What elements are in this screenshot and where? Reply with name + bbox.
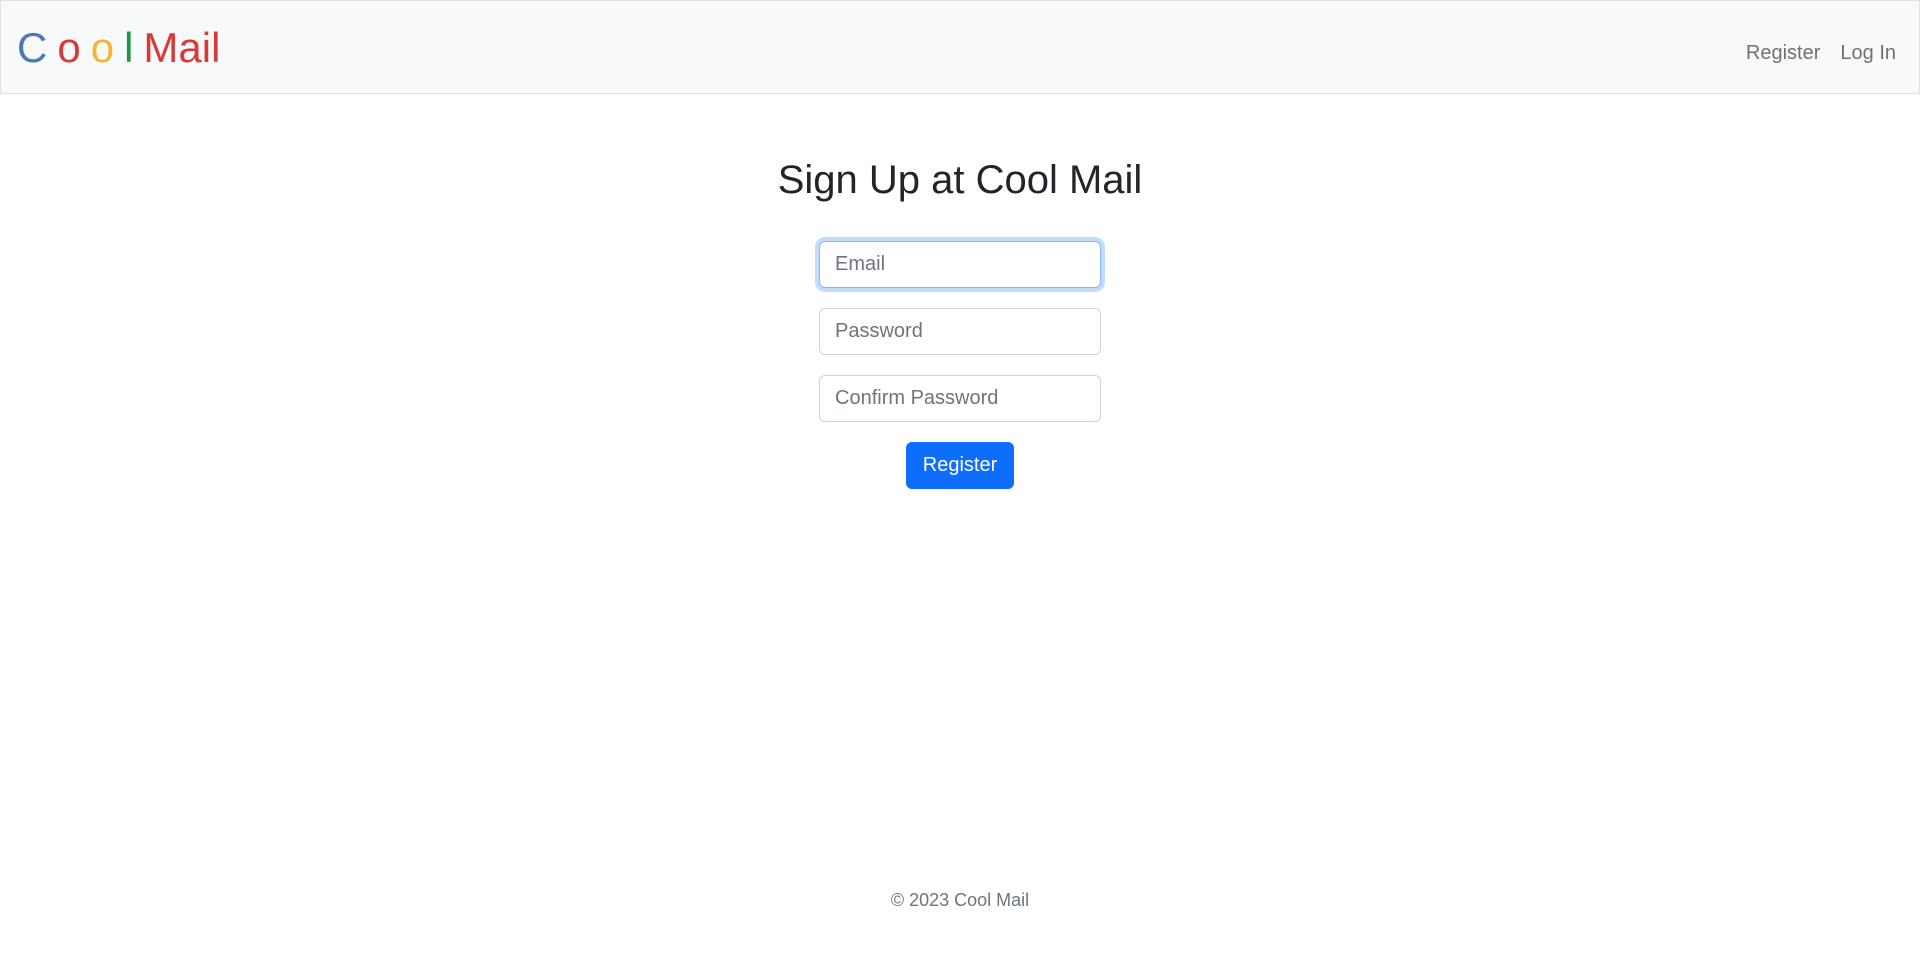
- signup-form: Register: [818, 241, 1102, 489]
- brand-letter-o1: o: [57, 24, 81, 71]
- email-field[interactable]: [819, 241, 1101, 288]
- navbar: Co o l Mail Register Log In: [0, 0, 1920, 94]
- nav-register-link[interactable]: Register: [1746, 39, 1820, 67]
- register-button[interactable]: Register: [905, 442, 1015, 489]
- submit-wrap: Register: [818, 442, 1102, 489]
- brand-letter-c: C: [17, 24, 48, 71]
- footer: © 2023 Cool Mail: [0, 887, 1920, 913]
- brand-logo[interactable]: Co o l Mail: [17, 21, 220, 75]
- brand-word-mail: Mail: [143, 24, 221, 71]
- nav-links: Register Log In: [1746, 39, 1896, 67]
- nav-login-link[interactable]: Log In: [1840, 39, 1896, 67]
- copyright-text: © 2023 Cool Mail: [890, 890, 1030, 910]
- password-field[interactable]: [819, 308, 1101, 355]
- brand-letter-o2: o: [90, 24, 115, 71]
- confirm-password-field[interactable]: [819, 375, 1101, 422]
- brand-letter-l: l: [124, 24, 134, 71]
- page-title: Sign Up at Cool Mail: [777, 158, 1143, 202]
